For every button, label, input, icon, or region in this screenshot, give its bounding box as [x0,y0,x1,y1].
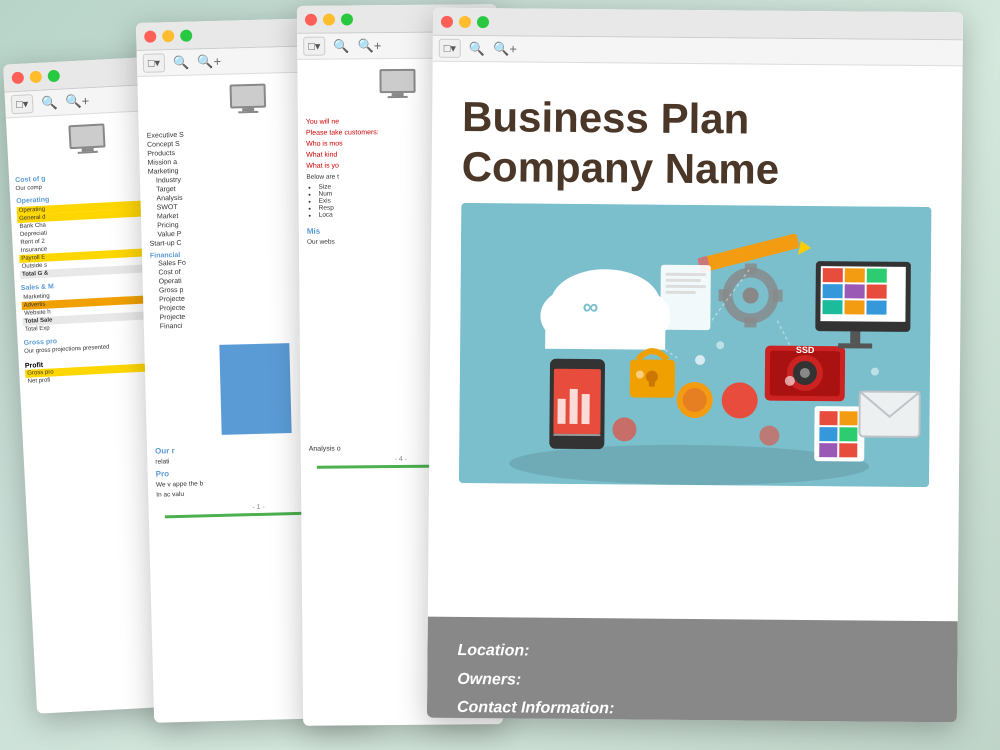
svg-text:∞: ∞ [583,294,599,319]
view-btn-3[interactable]: □▾ [303,37,325,56]
maximize-btn-4[interactable] [477,16,489,28]
zoom-out-icon-1[interactable]: 🔍 [41,94,58,111]
minimize-btn-4[interactable] [459,15,471,27]
zoom-in-icon-3[interactable]: 🔍+ [358,38,382,54]
close-btn-1[interactable] [11,71,24,84]
minimize-btn-1[interactable] [29,70,42,83]
cover-title-line1: Business Plan [462,92,932,146]
footer-location: Location: [457,637,927,670]
view-btn-2[interactable]: □▾ [143,53,166,73]
zoom-out-icon-4[interactable]: 🔍 [469,41,485,57]
view-btn-1[interactable]: □▾ [11,94,34,114]
zoom-in-icon-1[interactable]: 🔍+ [65,93,90,110]
blue-placeholder-rect [219,343,291,435]
zoom-in-icon-2[interactable]: 🔍+ [197,53,221,70]
zoom-out-icon-3[interactable]: 🔍 [333,38,349,54]
minimize-btn-2[interactable] [162,30,174,42]
cover-footer: Location: Owners: Contact Information: D… [427,616,958,722]
close-btn-2[interactable] [144,30,156,42]
footer-owners: Owners: [457,666,927,699]
maximize-btn-2[interactable] [180,29,192,41]
cover-title-area: Business Plan Company Name [431,62,962,207]
close-btn-4[interactable] [441,15,453,27]
zoom-out-icon-2[interactable]: 🔍 [173,54,190,70]
close-btn-3[interactable] [305,13,317,25]
view-btn-4[interactable]: □▾ [439,39,461,58]
cover-title-line2: Company Name [461,142,931,196]
zoom-in-icon-4[interactable]: 🔍+ [493,41,517,57]
tech-illustration: ∞ [459,203,931,487]
footer-contact: Contact Information: [457,694,927,722]
maximize-btn-3[interactable] [341,13,353,25]
cover-page: Business Plan Company Name ∞ [427,62,963,723]
cover-image-area: ∞ [459,203,931,487]
svg-text:SSD: SSD [796,345,815,355]
minimize-btn-3[interactable] [323,13,335,25]
maximize-btn-1[interactable] [47,69,60,82]
document-window-4[interactable]: □▾ 🔍 🔍+ Business Plan Company Name [427,8,963,723]
